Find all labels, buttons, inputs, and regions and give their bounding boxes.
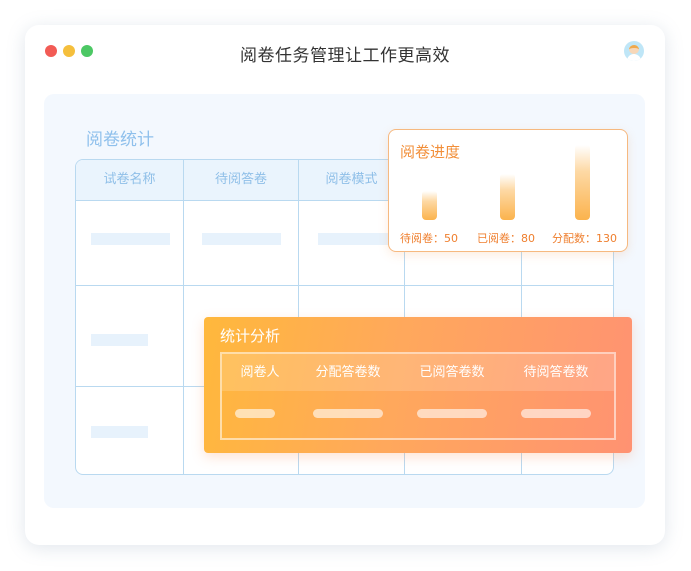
- avatar-head: [629, 45, 639, 54]
- analysis-table-header: 阅卷人 分配答卷数 已阅答卷数 待阅答卷数: [222, 354, 614, 391]
- progress-card-title: 阅卷进度: [400, 143, 461, 161]
- progress-bar: [500, 174, 515, 220]
- progress-bar: [575, 145, 590, 220]
- pending-count-label: 待阅卷：50: [400, 232, 458, 245]
- column-header-remaining[interactable]: 待阅答卷数: [506, 354, 606, 391]
- row-divider: [76, 285, 613, 286]
- section-title: 阅卷统计: [86, 130, 154, 150]
- table-row-placeholder: [521, 409, 591, 418]
- column-header-assigned[interactable]: 分配答卷数: [298, 354, 398, 391]
- window-title: 阅卷任务管理让工作更高效: [240, 46, 450, 66]
- table-row-placeholder: [313, 409, 383, 418]
- column-header-exam-name[interactable]: 试卷名称: [76, 160, 183, 200]
- column-divider: [183, 160, 184, 474]
- user-avatar-icon[interactable]: [624, 41, 644, 61]
- table-row-placeholder: [417, 409, 487, 418]
- progress-bar: [422, 191, 437, 220]
- table-row-placeholder: [202, 233, 281, 245]
- reviewed-count-label: 已阅卷：80: [477, 232, 535, 245]
- table-row-placeholder: [91, 334, 148, 346]
- column-header-reviewed[interactable]: 已阅答卷数: [402, 354, 502, 391]
- progress-card: 阅卷进度 待阅卷：50 已阅卷：80 分配数：130: [388, 129, 628, 252]
- analysis-table: 阅卷人 分配答卷数 已阅答卷数 待阅答卷数: [220, 352, 616, 440]
- assigned-count-label: 分配数：130: [552, 232, 617, 245]
- column-header-grader[interactable]: 阅卷人: [222, 354, 298, 391]
- analysis-card: 统计分析 阅卷人 分配答卷数 已阅答卷数 待阅答卷数: [204, 317, 632, 453]
- table-row-placeholder: [318, 233, 397, 245]
- table-row-placeholder: [91, 426, 148, 438]
- table-row-placeholder: [91, 233, 170, 245]
- app-window: 阅卷任务管理让工作更高效 阅卷统计 试卷名称 待阅答卷 阅卷模式 阅卷进度 待阅…: [25, 25, 665, 545]
- table-row-placeholder: [235, 409, 275, 418]
- avatar-body: [627, 54, 641, 61]
- analysis-card-title: 统计分析: [220, 327, 281, 345]
- column-header-pending[interactable]: 待阅答卷: [184, 160, 298, 200]
